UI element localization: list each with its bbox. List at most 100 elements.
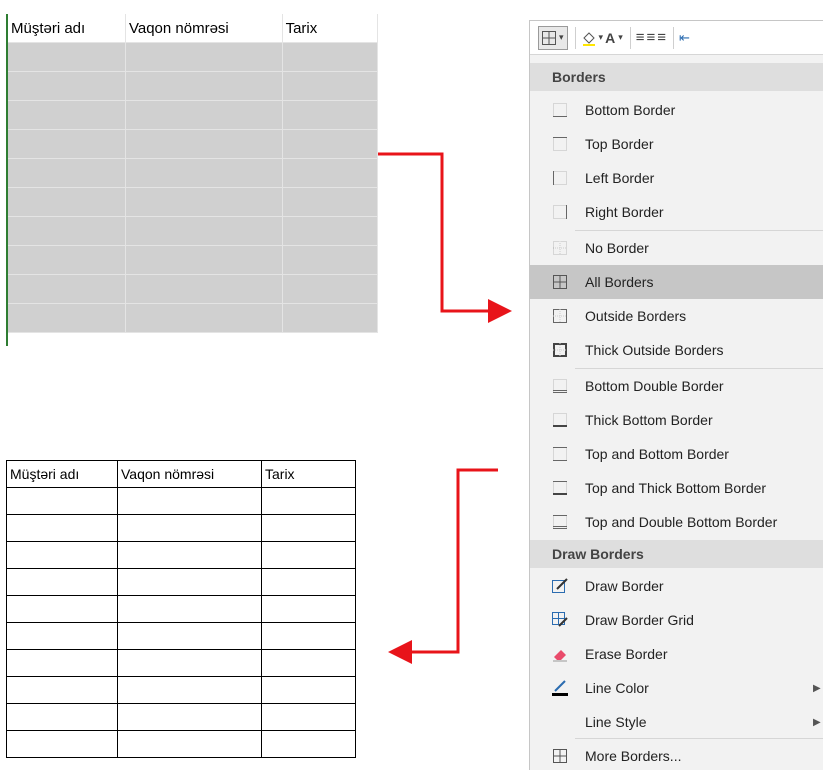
cell[interactable] (125, 100, 283, 130)
left-border-icon (551, 169, 569, 187)
cell[interactable] (6, 487, 118, 515)
decrease-indent-button[interactable]: ⇤ (679, 27, 690, 49)
cell[interactable] (125, 42, 283, 72)
cell[interactable] (6, 676, 118, 704)
bottom-double-border-icon (551, 377, 569, 395)
cell[interactable] (8, 100, 126, 130)
header-cell-wagon[interactable]: Vaqon nömrəsi (117, 460, 262, 488)
cell[interactable] (261, 541, 356, 569)
header-cell-wagon[interactable]: Vaqon nömrəsi (125, 14, 283, 43)
cell[interactable] (8, 158, 126, 188)
cell[interactable] (117, 676, 262, 704)
cell[interactable] (125, 71, 283, 101)
cell[interactable] (261, 568, 356, 596)
cell[interactable] (117, 514, 262, 542)
cell[interactable] (282, 216, 379, 246)
cell[interactable] (282, 245, 379, 275)
menu-item-outside-borders[interactable]: Outside Borders (530, 299, 823, 333)
cell[interactable] (6, 514, 118, 542)
cell[interactable] (117, 703, 262, 731)
menu-item-more-borders[interactable]: More Borders... (530, 739, 823, 773)
cell[interactable] (125, 245, 283, 275)
cell[interactable] (125, 187, 283, 217)
cell[interactable] (282, 187, 379, 217)
menu-item-label: Thick Bottom Border (585, 412, 713, 428)
cell[interactable] (8, 71, 126, 101)
menu-item-top-and-bottom-border[interactable]: Top and Bottom Border (530, 437, 823, 471)
menu-item-erase-border[interactable]: Erase Border (530, 637, 823, 671)
cell[interactable] (282, 71, 379, 101)
cell[interactable] (6, 595, 118, 623)
cell[interactable] (6, 649, 118, 677)
cell[interactable] (8, 187, 126, 217)
cell[interactable] (125, 274, 283, 304)
cell[interactable] (261, 649, 356, 677)
borders-button[interactable]: ▾ (538, 25, 568, 50)
menu-item-line-style[interactable]: Line Style ▶ (530, 705, 823, 739)
menu-item-top-border[interactable]: Top Border (530, 127, 823, 161)
cell[interactable] (261, 622, 356, 650)
cell[interactable] (117, 595, 262, 623)
font-color-button[interactable]: A ▾ (605, 27, 623, 49)
menu-item-top-and-thick-bottom-border[interactable]: Top and Thick Bottom Border (530, 471, 823, 505)
cell[interactable] (6, 622, 118, 650)
fill-color-button[interactable]: ▾ (581, 27, 603, 49)
cell[interactable] (8, 129, 126, 159)
menu-item-top-and-double-bottom-border[interactable]: Top and Double Bottom Border (530, 505, 823, 539)
menu-item-no-border[interactable]: No Border (530, 231, 823, 265)
menu-item-draw-border[interactable]: Draw Border (530, 569, 823, 603)
align-center-button[interactable]: ≡ (646, 27, 655, 49)
cell[interactable] (282, 158, 379, 188)
cell[interactable] (117, 649, 262, 677)
table-row (8, 100, 379, 130)
header-cell-date[interactable]: Tarix (282, 14, 379, 43)
align-left-icon: ≡ (635, 29, 645, 46)
menu-item-draw-border-grid[interactable]: Draw Border Grid (530, 603, 823, 637)
align-left-button[interactable]: ≡ (636, 27, 645, 49)
menu-item-line-color[interactable]: Line Color ▶ (530, 671, 823, 705)
cell[interactable] (282, 274, 379, 304)
cell[interactable] (282, 303, 379, 333)
menu-item-bottom-double-border[interactable]: Bottom Double Border (530, 369, 823, 403)
cell[interactable] (261, 487, 356, 515)
cell[interactable] (117, 487, 262, 515)
cell[interactable] (6, 703, 118, 731)
cell[interactable] (261, 703, 356, 731)
menu-item-all-borders[interactable]: All Borders (530, 265, 823, 299)
menu-item-thick-bottom-border[interactable]: Thick Bottom Border (530, 403, 823, 437)
cell[interactable] (261, 730, 356, 758)
align-right-button[interactable]: ≡ (657, 27, 666, 49)
cell[interactable] (8, 245, 126, 275)
cell[interactable] (117, 622, 262, 650)
header-cell-customer[interactable]: Müştəri adı (6, 460, 118, 488)
cell[interactable] (261, 676, 356, 704)
cell[interactable] (117, 730, 262, 758)
cell[interactable] (125, 129, 283, 159)
cell[interactable] (125, 303, 283, 333)
menu-item-right-border[interactable]: Right Border (530, 195, 823, 229)
cell[interactable] (8, 303, 126, 333)
cell[interactable] (6, 730, 118, 758)
cell[interactable] (117, 541, 262, 569)
cell[interactable] (6, 568, 118, 596)
menu-item-left-border[interactable]: Left Border (530, 161, 823, 195)
cell[interactable] (282, 100, 379, 130)
cell[interactable] (117, 568, 262, 596)
header-cell-date[interactable]: Tarix (261, 460, 356, 488)
cell[interactable] (125, 158, 283, 188)
cell[interactable] (8, 274, 126, 304)
cell[interactable] (261, 514, 356, 542)
menu-item-bottom-border[interactable]: Bottom Border (530, 93, 823, 127)
menu-item-label: Top and Bottom Border (585, 446, 729, 462)
menu-item-thick-outside-borders[interactable]: Thick Outside Borders (530, 333, 823, 367)
cell[interactable] (8, 42, 126, 72)
table-row (6, 649, 356, 677)
header-cell-customer[interactable]: Müştəri adı (8, 14, 126, 43)
cell[interactable] (8, 216, 126, 246)
cell[interactable] (282, 42, 379, 72)
cell[interactable] (282, 129, 379, 159)
cell[interactable] (261, 595, 356, 623)
cell[interactable] (6, 541, 118, 569)
right-border-icon (551, 203, 569, 221)
cell[interactable] (125, 216, 283, 246)
